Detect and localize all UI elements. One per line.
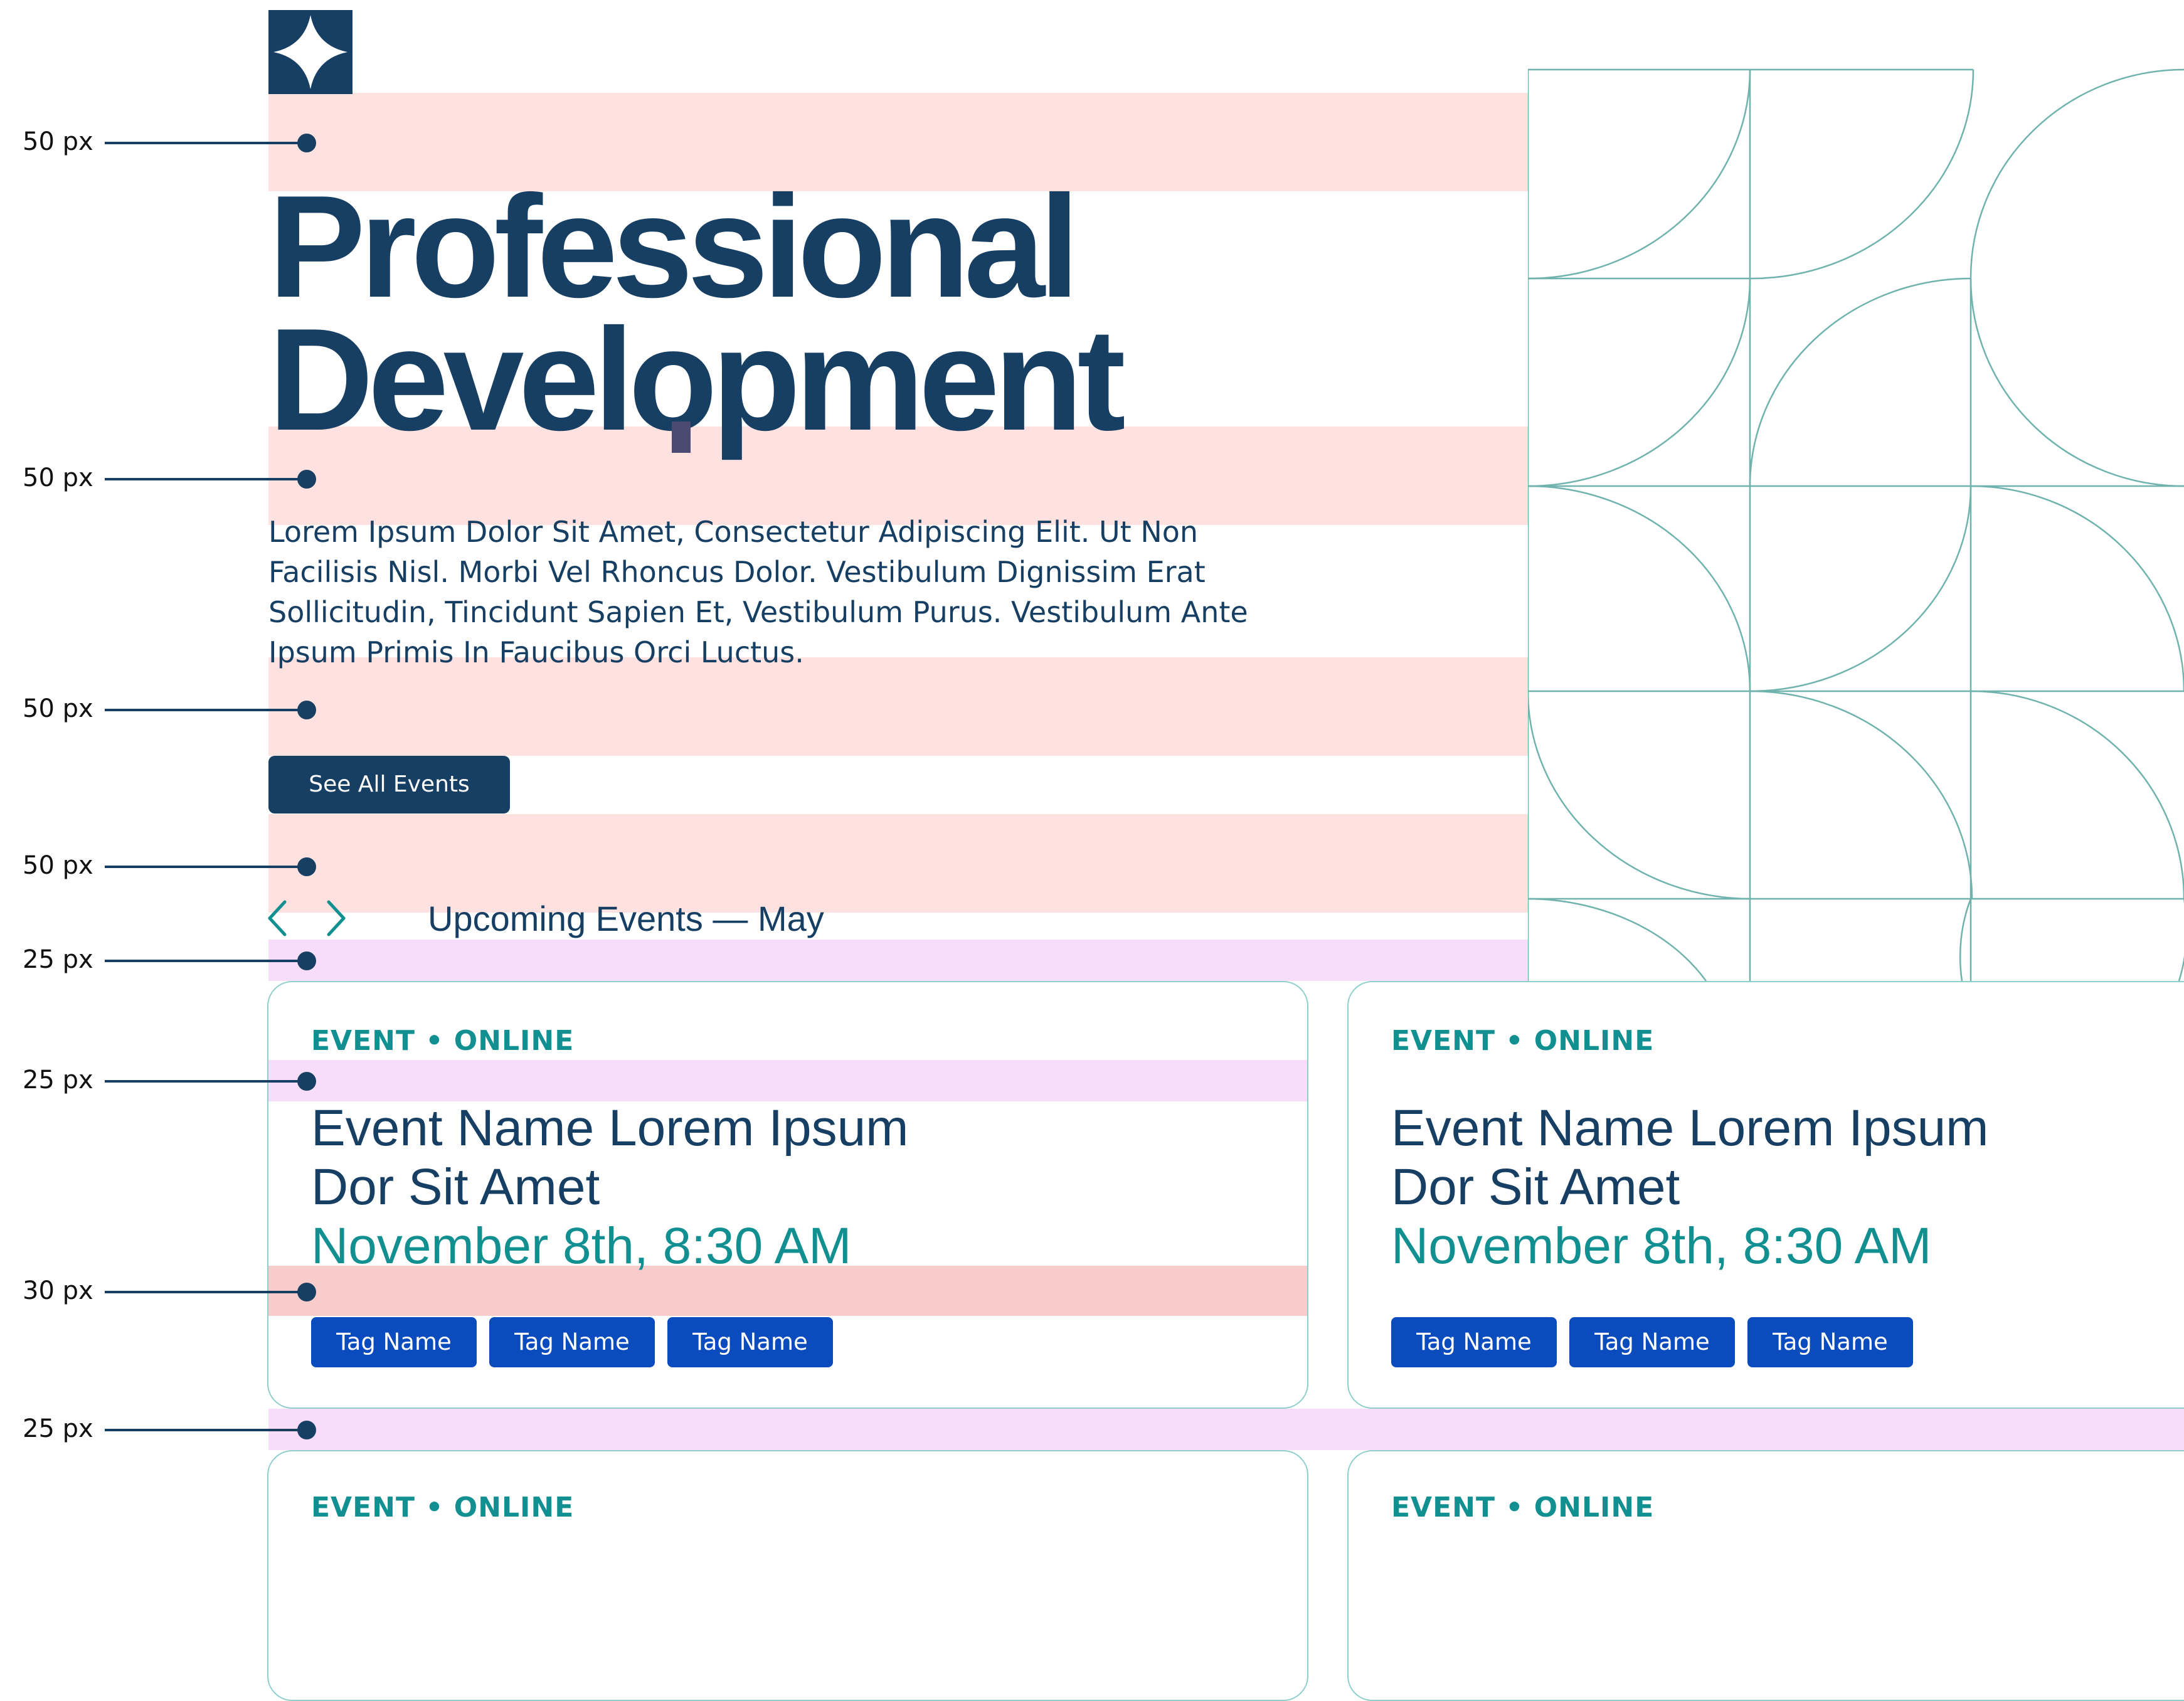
event-date: November 8th, 8:30 AM <box>1391 1217 1932 1274</box>
event-kicker: EVENT • ONLINE <box>1391 1025 1655 1057</box>
event-card[interactable]: EVENT • ONLINE <box>1347 1450 2184 1701</box>
event-card[interactable]: EVENT • ONLINE Event Name Lorem Ipsum Do… <box>1347 981 2184 1409</box>
text-cursor-marker <box>672 421 691 453</box>
spacing-annotation-dot <box>297 1421 316 1439</box>
spacing-annotation-line <box>105 478 307 480</box>
tag-button[interactable]: Tag Name <box>1569 1317 1735 1367</box>
spacing-annotation-line <box>105 709 307 711</box>
spacing-annotation-label: 30 px <box>23 1276 93 1305</box>
event-date: November 8th, 8:30 AM <box>311 1217 852 1274</box>
page-title-line-1: Professional <box>268 166 1079 328</box>
spacing-annotation-label: 50 px <box>23 694 93 723</box>
event-name-line-2: Dor Sit Amet <box>1391 1158 1680 1216</box>
page-title: Professional Development <box>268 166 1335 461</box>
chevron-right-icon[interactable] <box>320 898 351 938</box>
spacing-annotation-dot <box>297 857 316 876</box>
spacing-annotation-dot <box>297 951 316 970</box>
event-kicker: EVENT • ONLINE <box>1391 1492 1655 1523</box>
spacing-annotation-line <box>105 142 307 144</box>
event-card[interactable]: EVENT • ONLINE <box>267 1450 1308 1701</box>
chevron-left-icon[interactable] <box>262 898 294 938</box>
event-card[interactable]: EVENT • ONLINE Event Name Lorem Ipsum Do… <box>267 981 1308 1409</box>
event-name-line-2: Dor Sit Amet <box>311 1158 600 1216</box>
spacing-annotation-label: 50 px <box>23 464 93 492</box>
spacing-annotation-label: 50 px <box>23 851 93 880</box>
spacing-annotation-line <box>105 866 307 868</box>
event-kicker: EVENT • ONLINE <box>311 1492 575 1523</box>
tag-button[interactable]: Tag Name <box>1747 1317 1913 1367</box>
geometric-pattern-graphic <box>1528 68 2184 981</box>
upcoming-events-heading: Upcoming Events — May <box>428 899 824 938</box>
tag-button[interactable]: Tag Name <box>311 1317 477 1367</box>
spacing-annotation-dot <box>297 701 316 719</box>
page-title-line-2: Development <box>268 299 1126 461</box>
spacing-annotation-line <box>105 1429 307 1431</box>
tag-button[interactable]: Tag Name <box>489 1317 655 1367</box>
spacing-annotation-line <box>105 1080 307 1083</box>
spacing-annotation-dot <box>297 134 316 152</box>
spacing-annotation-dot <box>297 470 316 489</box>
tag-button[interactable]: Tag Name <box>1391 1317 1557 1367</box>
sparkle-icon <box>273 15 347 89</box>
see-all-events-button[interactable]: See All Events <box>268 756 510 813</box>
event-kicker: EVENT • ONLINE <box>311 1025 575 1057</box>
tag-button[interactable]: Tag Name <box>667 1317 833 1367</box>
spacing-annotation-label: 50 px <box>23 127 93 156</box>
hero-description: Lorem Ipsum Dolor Sit Amet, Consectetur … <box>268 515 1248 669</box>
spacing-annotation-dot <box>297 1283 316 1301</box>
event-name-line-1: Event Name Lorem Ipsum <box>311 1100 909 1157</box>
spacing-band-5 <box>268 940 1528 981</box>
event-name-line-1: Event Name Lorem Ipsum <box>1391 1100 1989 1157</box>
spacing-band-8 <box>268 1409 2184 1450</box>
spacing-annotation-label: 25 px <box>23 1414 93 1443</box>
spacing-annotation-line <box>105 960 307 962</box>
spacing-annotation-label: 25 px <box>23 945 93 974</box>
logo <box>268 10 353 94</box>
spacing-annotation-dot <box>297 1072 316 1091</box>
spacing-annotation-label: 25 px <box>23 1066 93 1094</box>
spacing-annotation-line <box>105 1291 307 1293</box>
